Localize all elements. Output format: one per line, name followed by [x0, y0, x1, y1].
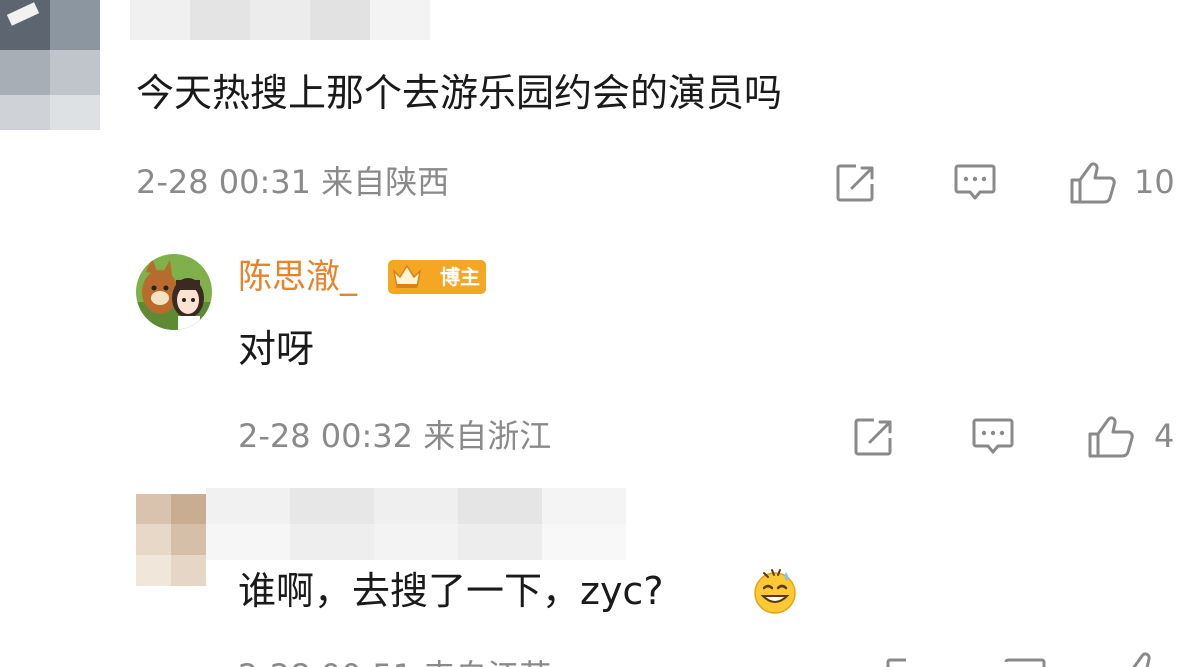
blurred-username	[206, 488, 626, 560]
reply-text: 对呀	[238, 327, 315, 371]
grinning-sweat-emoji	[754, 569, 796, 614]
avatar[interactable]	[136, 254, 212, 330]
comment-icon[interactable]	[970, 416, 1016, 458]
like-count: 4	[1154, 417, 1175, 455]
reply-timestamp: 2-28 00:51 来自江苏	[238, 656, 551, 667]
crown-icon	[392, 264, 422, 288]
comment-timestamp: 2-28 00:31 来自陕西	[136, 163, 450, 201]
share-icon[interactable]	[834, 162, 878, 204]
like-count: 10	[1134, 163, 1175, 201]
badge-label: 博主	[440, 265, 480, 289]
blurred-username	[130, 0, 430, 45]
share-icon[interactable]	[884, 656, 928, 667]
comment-icon[interactable]	[952, 162, 998, 204]
blogger-badge: 博主	[388, 260, 486, 294]
comment-thread: 今天热搜上那个去游乐园约会的演员吗 2-28 00:31 来自陕西 10 陈思澈…	[0, 0, 1189, 667]
username[interactable]: 陈思澈_	[238, 256, 357, 298]
thumbs-up-icon[interactable]	[1086, 414, 1136, 460]
thumbs-up-icon[interactable]	[1068, 160, 1118, 206]
comment-text: 今天热搜上那个去游乐园约会的演员吗	[136, 71, 783, 115]
thumbs-up-icon[interactable]	[1120, 650, 1170, 667]
avatar[interactable]	[0, 0, 100, 130]
reply-timestamp: 2-28 00:32 来自浙江	[238, 417, 552, 455]
comment-icon[interactable]	[1002, 656, 1048, 667]
avatar[interactable]	[136, 494, 206, 586]
reply-text: 谁啊，去搜了一下，zyc?	[238, 569, 664, 613]
share-icon[interactable]	[852, 416, 896, 458]
